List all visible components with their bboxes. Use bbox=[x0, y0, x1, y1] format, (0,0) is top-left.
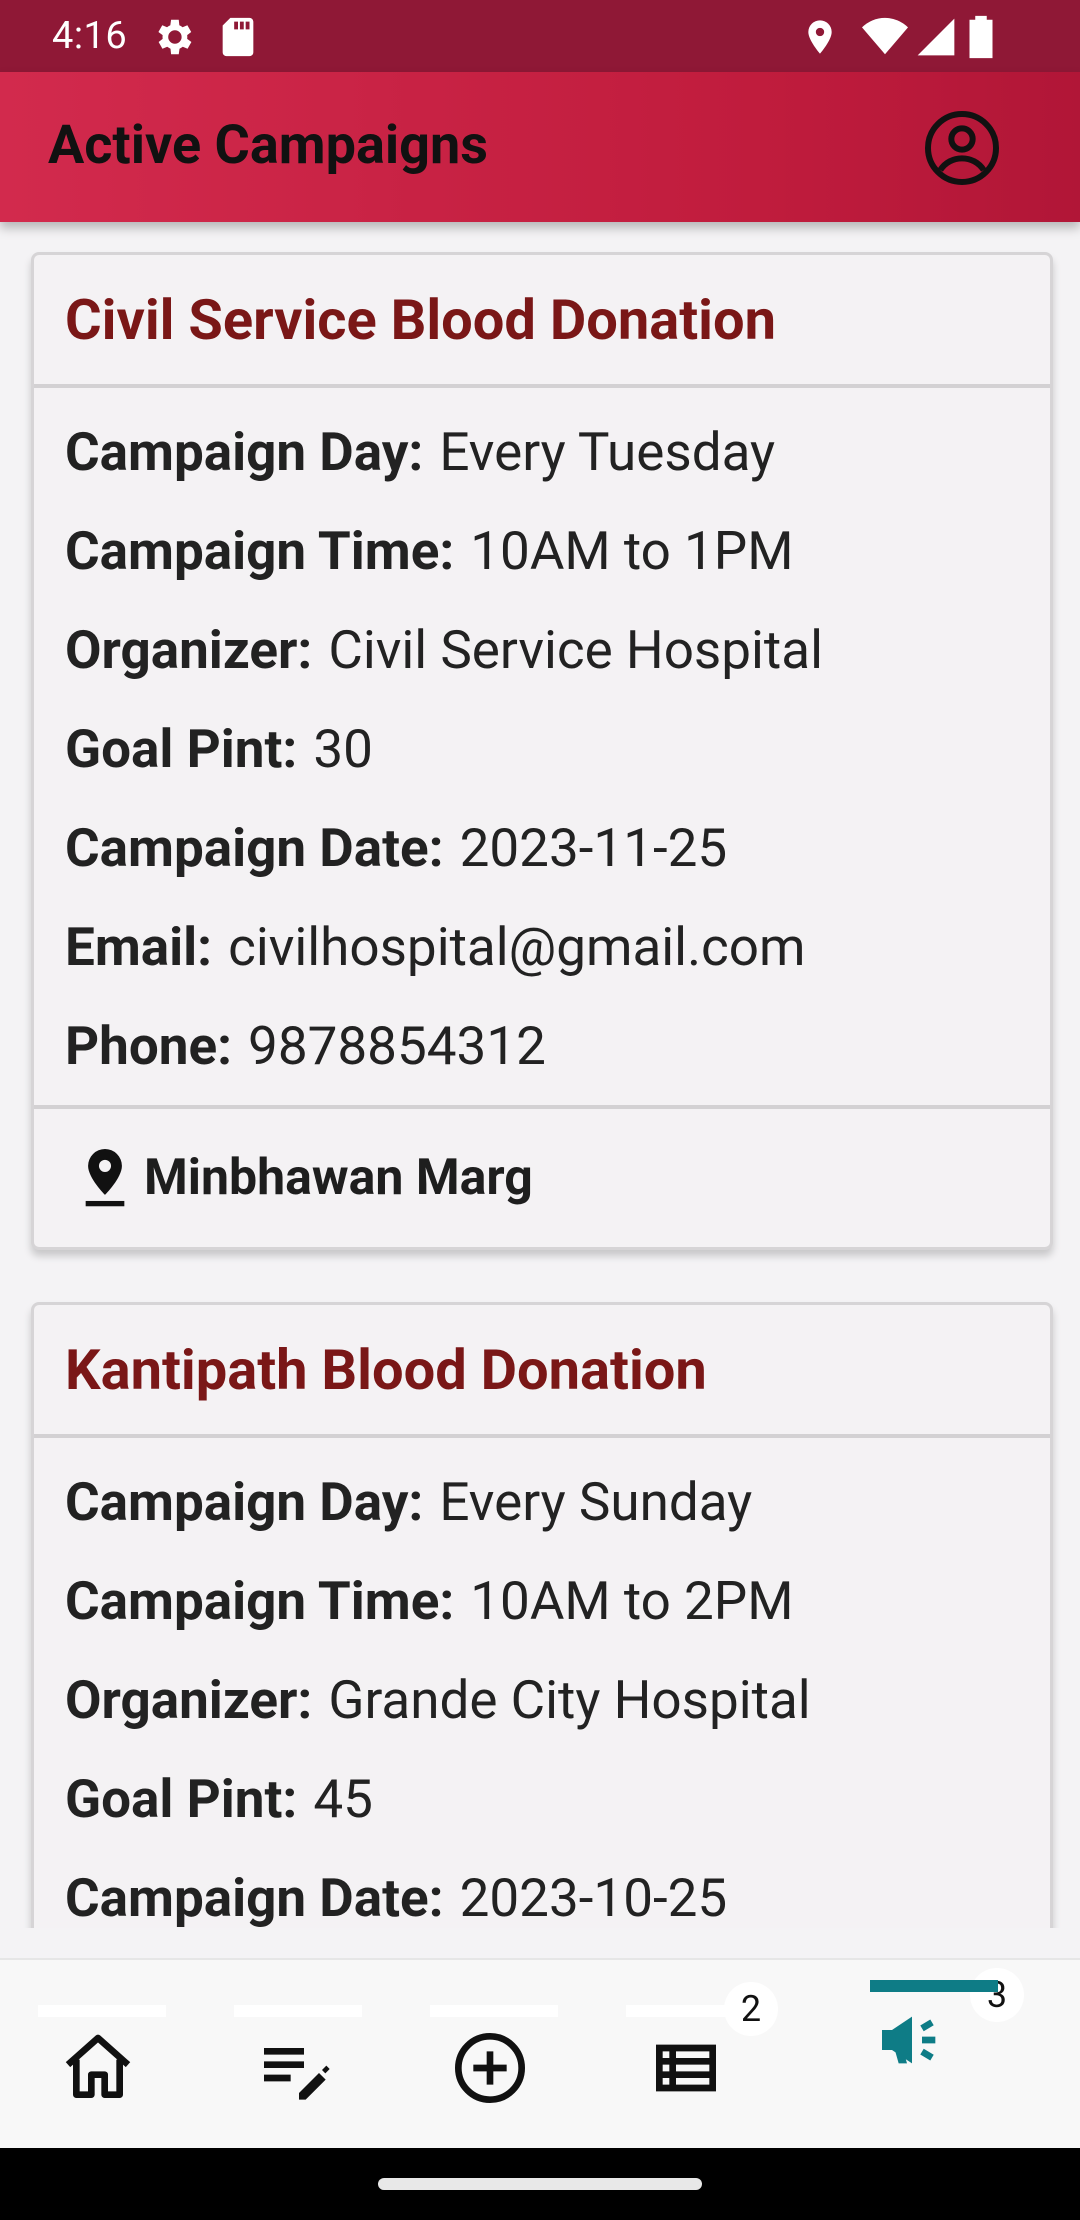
field-value: Every Tuesday bbox=[439, 420, 776, 483]
field-value: 30 bbox=[313, 717, 373, 780]
field-label: Campaign Day: bbox=[65, 1470, 424, 1533]
field-label: Campaign Date: bbox=[65, 816, 444, 879]
cell-signal-icon bbox=[917, 18, 955, 56]
field-label: Organizer: bbox=[65, 1668, 313, 1731]
campaign-day-row: Campaign Day: Every Tuesday bbox=[65, 402, 1050, 501]
campaign-details: Campaign Day: Every Sunday Campaign Time… bbox=[34, 1438, 1050, 1929]
nav-indicator bbox=[38, 2005, 166, 2017]
nav-home[interactable] bbox=[18, 1960, 178, 2150]
goal-pint-row: Goal Pint: 45 bbox=[65, 1749, 1050, 1848]
campaign-details: Campaign Day: Every Tuesday Campaign Tim… bbox=[34, 388, 1050, 1105]
goal-pint-row: Goal Pint: 30 bbox=[65, 699, 1050, 798]
field-label: Campaign Day: bbox=[65, 420, 424, 483]
nav-badge: 2 bbox=[724, 1982, 778, 2036]
settings-gear-icon bbox=[158, 19, 192, 55]
campaign-title: Civil Service Blood Donation bbox=[34, 255, 1050, 388]
app-bar: Active Campaigns bbox=[0, 72, 1080, 222]
phone-value[interactable]: 9878854312 bbox=[248, 1015, 546, 1077]
active-nav-indicator bbox=[870, 1980, 998, 1992]
campaign-title: Kantipath Blood Donation bbox=[34, 1305, 1050, 1438]
field-value: 10AM to 1PM bbox=[470, 519, 794, 582]
nav-indicator bbox=[234, 2005, 362, 2017]
location-icon bbox=[808, 20, 832, 54]
field-label: Email: bbox=[65, 915, 213, 978]
field-value: 45 bbox=[313, 1767, 373, 1830]
field-label: Campaign Time: bbox=[65, 519, 455, 582]
status-bar: 4:16 bbox=[0, 0, 1080, 72]
account-circle-icon[interactable] bbox=[922, 108, 1002, 188]
field-value: 10AM to 2PM bbox=[470, 1569, 794, 1632]
list-icon bbox=[656, 2044, 716, 2092]
field-label: Goal Pint: bbox=[65, 717, 298, 780]
field-value: Every Sunday bbox=[439, 1470, 753, 1533]
organizer-row: Organizer: Civil Service Hospital bbox=[65, 600, 1050, 699]
field-label: Phone: bbox=[65, 1014, 233, 1077]
campaign-time-row: Campaign Time: 10AM to 2PM bbox=[65, 1551, 1050, 1650]
location-label: Minbhawan Marg bbox=[144, 1149, 533, 1207]
field-value: 2023-10-25 bbox=[459, 1866, 728, 1929]
campaign-card[interactable]: Civil Service Blood Donation Campaign Da… bbox=[31, 252, 1053, 1250]
home-gesture-handle[interactable] bbox=[378, 2178, 702, 2190]
email-row: Email: civilhospital@gmail.com bbox=[65, 897, 1050, 996]
nav-list[interactable]: 2 bbox=[606, 1960, 778, 2150]
campaign-time-row: Campaign Time: 10AM to 1PM bbox=[65, 501, 1050, 600]
field-value: Grande City Hospital bbox=[328, 1668, 811, 1731]
field-label: Campaign Date: bbox=[65, 1866, 444, 1929]
edit-list-icon bbox=[264, 2048, 330, 2100]
field-label: Organizer: bbox=[65, 618, 313, 681]
campaign-card[interactable]: Kantipath Blood Donation Campaign Day: E… bbox=[31, 1302, 1053, 1928]
wifi-icon bbox=[862, 17, 908, 55]
campaign-location[interactable]: Minbhawan Marg bbox=[34, 1105, 1050, 1247]
sd-card-icon bbox=[222, 17, 254, 57]
page-title: Active Campaigns bbox=[48, 114, 488, 177]
email-value[interactable]: civilhospital@gmail.com bbox=[228, 916, 805, 978]
field-label: Campaign Time: bbox=[65, 1569, 455, 1632]
organizer-row: Organizer: Grande City Hospital bbox=[65, 1650, 1050, 1749]
status-time: 4:16 bbox=[52, 14, 128, 58]
campaign-day-row: Campaign Day: Every Sunday bbox=[65, 1452, 1050, 1551]
field-value: 2023-11-25 bbox=[459, 816, 728, 879]
campaign-date-row: Campaign Date: 2023-10-25 bbox=[65, 1848, 1050, 1929]
campaign-list[interactable]: Civil Service Blood Donation Campaign Da… bbox=[0, 222, 1080, 1928]
phone-row: Phone: 9878854312 bbox=[65, 996, 1050, 1095]
nav-indicator bbox=[430, 2005, 558, 2017]
campaign-megaphone-icon bbox=[882, 2016, 936, 2064]
nav-badge: 3 bbox=[970, 1968, 1024, 2022]
field-label: Goal Pint: bbox=[65, 1767, 298, 1830]
nav-add[interactable] bbox=[410, 1960, 570, 2150]
battery-icon bbox=[969, 15, 993, 59]
location-pin-icon bbox=[85, 1149, 125, 1207]
add-circle-icon bbox=[455, 2033, 525, 2103]
nav-edit-list[interactable] bbox=[214, 1960, 374, 2150]
campaign-date-row: Campaign Date: 2023-11-25 bbox=[65, 798, 1050, 897]
field-value: Civil Service Hospital bbox=[328, 618, 823, 681]
home-icon bbox=[65, 2034, 131, 2098]
